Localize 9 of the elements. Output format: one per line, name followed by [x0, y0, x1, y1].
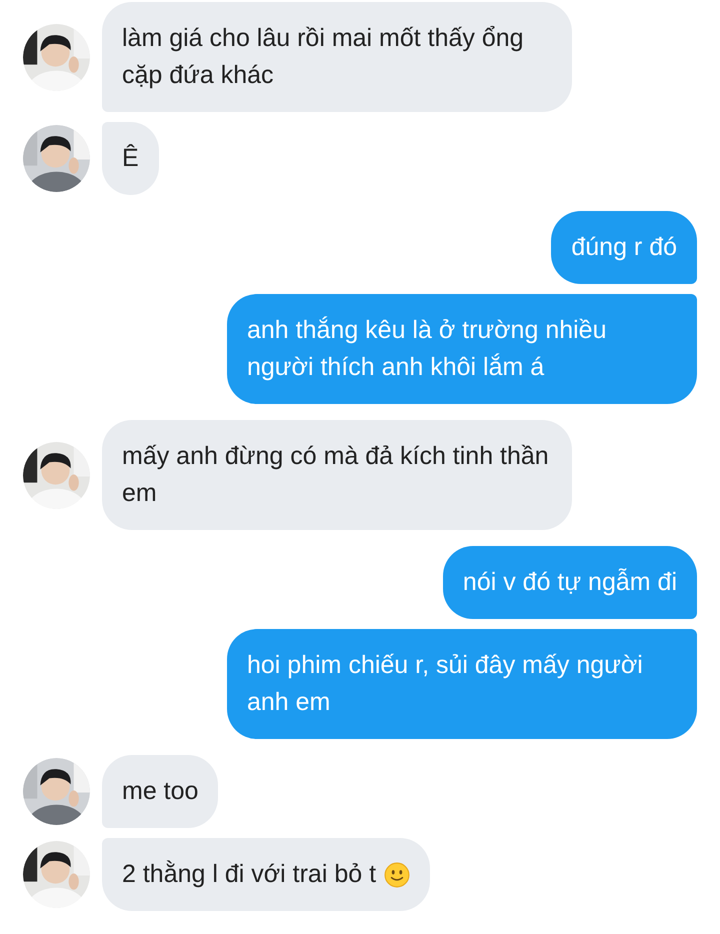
message-bubble: anh thắng kêu là ở trường nhiều người thích anh khôi lắm á: [227, 294, 697, 404]
message-bubble: 2 thằng l đi với trai bỏ t: [102, 838, 430, 911]
message-bubble: mấy anh đừng có mà đả kích tinh thần em: [102, 420, 572, 530]
message-bubble: Ê: [102, 122, 159, 195]
message-bubble: nói v đó tự ngẫm đi: [442, 546, 697, 619]
message-bubble: hoi phim chiếu r, sủi đây mấy người anh em: [227, 629, 697, 739]
message-bubble: me too: [102, 755, 218, 828]
message-bubble: đúng r đó: [551, 211, 697, 284]
message-bubble: làm giá cho lâu rồi mai mốt thấy ổng cặp đứa khác: [102, 2, 572, 112]
